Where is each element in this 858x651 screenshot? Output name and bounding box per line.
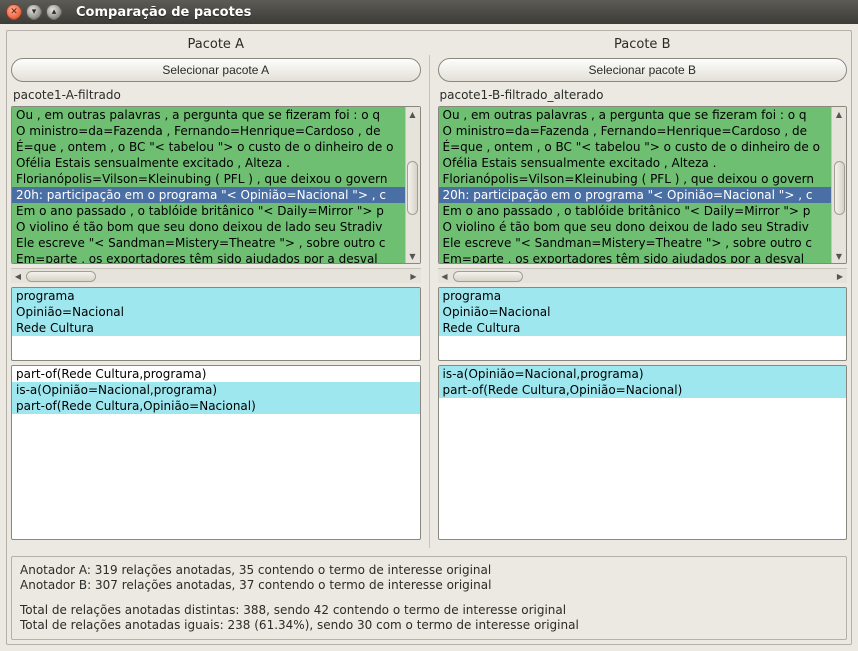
term-row[interactable]: Opinião=Nacional	[439, 304, 847, 320]
panel-a-terms-list[interactable]: programaOpinião=NacionalRede Cultura	[11, 287, 421, 361]
panel-a: Pacote A Selecionar pacote A pacote1-A-f…	[11, 35, 421, 552]
text-row[interactable]: Ele escreve "< Sandman=Mistery=Theatre "…	[12, 235, 405, 251]
titlebar: ✕ ▾ ▴ Comparação de pacotes	[0, 0, 858, 24]
panel-a-filename: pacote1-A-filtrado	[11, 86, 421, 102]
term-row[interactable]: Rede Cultura	[12, 320, 420, 336]
term-row[interactable]: programa	[12, 288, 420, 304]
text-row[interactable]: Em o ano passado , o tablóide britânico …	[439, 203, 832, 219]
text-row[interactable]: Ele escreve "< Sandman=Mistery=Theatre "…	[439, 235, 832, 251]
text-row[interactable]: O ministro=da=Fazenda , Fernando=Henriqu…	[439, 123, 832, 139]
scroll-thumb[interactable]	[834, 161, 845, 215]
panel-b-filename: pacote1-B-filtrado_alterado	[438, 86, 848, 102]
text-row[interactable]: 20h: participação em o programa "< Opini…	[439, 187, 832, 203]
relation-row[interactable]: is-a(Opinião=Nacional,programa)	[12, 382, 420, 398]
panel-b: Pacote B Selecionar pacote B pacote1-B-f…	[438, 35, 848, 552]
text-row[interactable]: Em=parte , os exportadores têm sido ajud…	[439, 251, 832, 263]
term-row[interactable]: programa	[439, 288, 847, 304]
term-row[interactable]: Opinião=Nacional	[12, 304, 420, 320]
horizontal-scrollbar[interactable]: ◀ ▶	[438, 268, 848, 283]
text-row[interactable]: Em o ano passado , o tablóide britânico …	[12, 203, 405, 219]
select-package-a-button[interactable]: Selecionar pacote A	[11, 58, 421, 82]
scroll-up-icon[interactable]: ▲	[832, 107, 846, 121]
outer-frame: Pacote A Selecionar pacote A pacote1-A-f…	[6, 30, 852, 645]
scroll-right-icon[interactable]: ▶	[407, 269, 421, 283]
maximize-icon[interactable]: ▴	[46, 4, 62, 20]
panel-a-relations-list[interactable]: part-of(Rede Cultura,programa)is-a(Opini…	[11, 365, 421, 540]
panel-b-header: Pacote B	[438, 35, 848, 54]
panel-a-text-list[interactable]: Ou , em outras palavras , a pergunta que…	[11, 106, 421, 264]
text-row[interactable]: O ministro=da=Fazenda , Fernando=Henriqu…	[12, 123, 405, 139]
scroll-left-icon[interactable]: ◀	[11, 269, 25, 283]
scroll-thumb[interactable]	[26, 271, 96, 282]
vertical-scrollbar[interactable]: ▲ ▼	[405, 107, 420, 263]
window-title: Comparação de pacotes	[76, 5, 251, 20]
relation-row[interactable]: part-of(Rede Cultura,programa)	[12, 366, 420, 382]
scroll-up-icon[interactable]: ▲	[406, 107, 420, 121]
text-row[interactable]: O violino é tão bom que seu dono deixou …	[12, 219, 405, 235]
scroll-right-icon[interactable]: ▶	[833, 269, 847, 283]
stats-line: Total de relações anotadas iguais: 238 (…	[20, 618, 838, 633]
panel-a-header: Pacote A	[11, 35, 421, 54]
text-row[interactable]: Ofélia Estais sensualmente excitado , Al…	[439, 155, 832, 171]
stats-line: Anotador A: 319 relações anotadas, 35 co…	[20, 563, 838, 578]
text-row[interactable]: 20h: participação em o programa "< Opini…	[12, 187, 405, 203]
stats-line: Total de relações anotadas distintas: 38…	[20, 603, 838, 618]
vertical-scrollbar[interactable]: ▲ ▼	[831, 107, 846, 263]
close-icon[interactable]: ✕	[6, 4, 22, 20]
text-row[interactable]: Ou , em outras palavras , a pergunta que…	[12, 107, 405, 123]
text-row[interactable]: Ofélia Estais sensualmente excitado , Al…	[12, 155, 405, 171]
text-row[interactable]: Ou , em outras palavras , a pergunta que…	[439, 107, 832, 123]
text-row[interactable]: Florianópolis=Vilson=Kleinubing ( PFL ) …	[12, 171, 405, 187]
panel-divider	[429, 55, 430, 548]
relation-row[interactable]: part-of(Rede Cultura,Opinião=Nacional)	[12, 398, 420, 414]
text-row[interactable]: Florianópolis=Vilson=Kleinubing ( PFL ) …	[439, 171, 832, 187]
text-row[interactable]: O violino é tão bom que seu dono deixou …	[439, 219, 832, 235]
select-package-b-button[interactable]: Selecionar pacote B	[438, 58, 848, 82]
text-row[interactable]: Em=parte , os exportadores têm sido ajud…	[12, 251, 405, 263]
horizontal-scrollbar[interactable]: ◀ ▶	[11, 268, 421, 283]
text-row[interactable]: É=que , ontem , o BC "< tabelou "> o cus…	[12, 139, 405, 155]
text-row[interactable]: É=que , ontem , o BC "< tabelou "> o cus…	[439, 139, 832, 155]
scroll-thumb[interactable]	[407, 161, 418, 215]
scroll-thumb[interactable]	[453, 271, 523, 282]
stats-line: Anotador B: 307 relações anotadas, 37 co…	[20, 578, 838, 593]
scroll-down-icon[interactable]: ▼	[832, 249, 846, 263]
scroll-down-icon[interactable]: ▼	[406, 249, 420, 263]
window-body: Pacote A Selecionar pacote A pacote1-A-f…	[0, 24, 858, 651]
minimize-icon[interactable]: ▾	[26, 4, 42, 20]
relation-row[interactable]: is-a(Opinião=Nacional,programa)	[439, 366, 847, 382]
panel-b-text-list[interactable]: Ou , em outras palavras , a pergunta que…	[438, 106, 848, 264]
scroll-left-icon[interactable]: ◀	[438, 269, 452, 283]
stats-box: Anotador A: 319 relações anotadas, 35 co…	[11, 556, 847, 640]
panel-b-terms-list[interactable]: programaOpinião=NacionalRede Cultura	[438, 287, 848, 361]
panel-b-relations-list[interactable]: is-a(Opinião=Nacional,programa)part-of(R…	[438, 365, 848, 540]
term-row[interactable]: Rede Cultura	[439, 320, 847, 336]
relation-row[interactable]: part-of(Rede Cultura,Opinião=Nacional)	[439, 382, 847, 398]
panels-container: Pacote A Selecionar pacote A pacote1-A-f…	[11, 35, 847, 552]
